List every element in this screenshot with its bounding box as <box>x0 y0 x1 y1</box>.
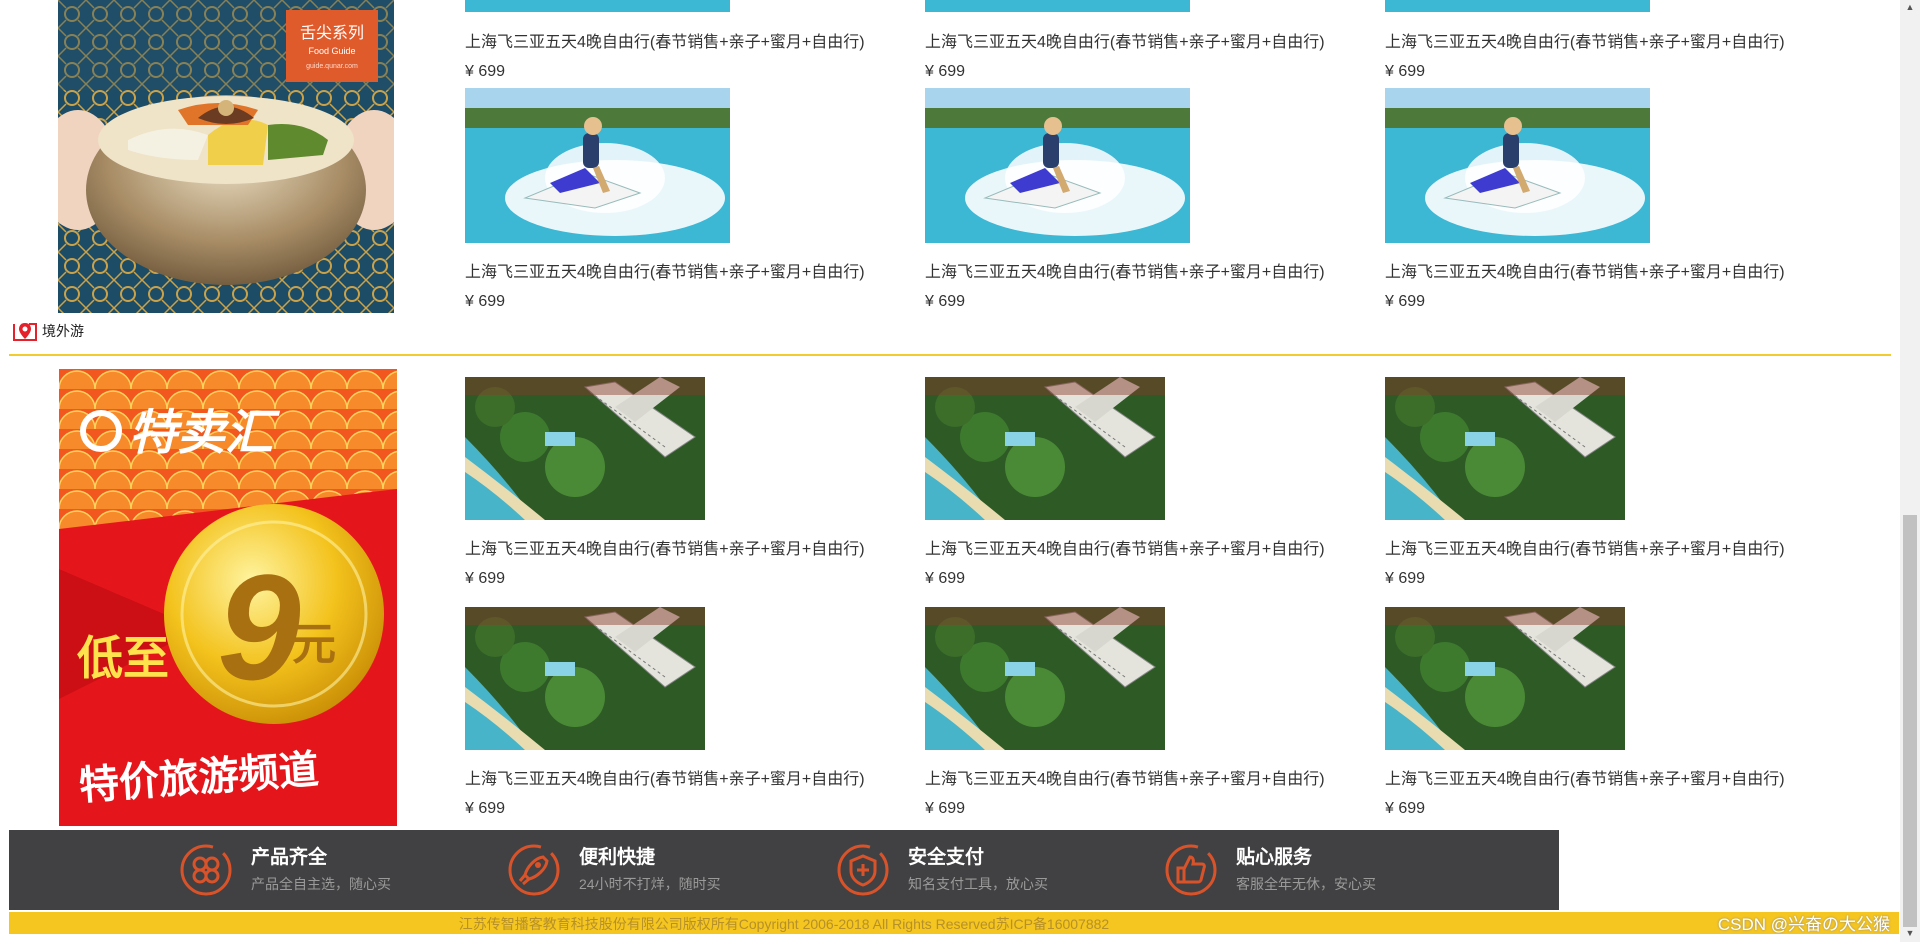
food-tag-line3: guide.qunar.com <box>306 63 358 70</box>
product-title-link[interactable]: 上海飞三亚五天4晚自由行(春节销售+亲子+蜜月+自由行) <box>1385 535 1805 559</box>
csdn-watermark: CSDN @兴奋の大公猴 <box>1717 915 1890 934</box>
product-price: ¥ 699 <box>1385 800 1426 817</box>
resort-tour-image[interactable] <box>1385 607 1625 750</box>
special-sale-banner[interactable]: 特卖汇 9 元 低至 特价旅游频道 <box>59 369 397 826</box>
resort-tour-image[interactable] <box>465 377 705 520</box>
feature-name: 便利快捷 <box>579 847 656 868</box>
product-title-link[interactable]: 上海飞三亚五天4晚自由行(春节销售+亲子+蜜月+自由行) <box>1385 258 1805 282</box>
product-price: ¥ 699 <box>465 570 506 587</box>
section-title: 境外游 <box>42 323 84 339</box>
product-title-link[interactable]: 上海飞三亚五天4晚自由行(春节销售+亲子+蜜月+自由行) <box>925 258 1345 282</box>
product-title-link[interactable]: 上海飞三亚五天4晚自由行(春节销售+亲子+蜜月+自由行) <box>925 28 1345 52</box>
product-title-link[interactable]: 上海飞三亚五天4晚自由行(春节销售+亲子+蜜月+自由行) <box>465 258 885 282</box>
product-title-link[interactable]: 上海飞三亚五天4晚自由行(春节销售+亲子+蜜月+自由行) <box>925 765 1345 789</box>
product-price: ¥ 699 <box>1385 63 1426 80</box>
map-pin-icon <box>13 323 37 341</box>
sale-low-text: 低至 <box>77 632 169 684</box>
shield-icon <box>837 844 889 896</box>
jet-ski-tour-image[interactable] <box>465 0 730 12</box>
product-price: ¥ 699 <box>925 63 966 80</box>
feature-name: 产品齐全 <box>251 847 328 868</box>
feature-convenience: 便利快捷 24小时不打烊，随时买 <box>507 840 721 900</box>
service-features-bar: 产品齐全 产品全自主选，随心买 便利快捷 24小时不打烊，随时买 安全支付 知名… <box>9 830 1559 910</box>
product-title-link[interactable]: 上海飞三亚五天4晚自由行(春节销售+亲子+蜜月+自由行) <box>925 535 1345 559</box>
rocket-icon <box>508 844 560 896</box>
product-price: ¥ 699 <box>925 293 966 310</box>
scroll-down-arrow-icon[interactable]: ▼ <box>1904 928 1916 940</box>
jet-ski-tour-image[interactable] <box>925 0 1190 12</box>
scroll-up-arrow-icon[interactable]: ▲ <box>1904 2 1916 14</box>
thumbs-up-icon <box>1165 844 1217 896</box>
product-title-link[interactable]: 上海飞三亚五天4晚自由行(春节销售+亲子+蜜月+自由行) <box>1385 765 1805 789</box>
jet-ski-tour-image[interactable] <box>925 88 1190 243</box>
feature-desc: 知名支付工具，放心买 <box>908 876 1048 892</box>
feature-service: 贴心服务 客服全年无休，安心买 <box>1164 840 1376 900</box>
feature-desc: 客服全年无休，安心买 <box>1236 876 1376 892</box>
feature-payment: 安全支付 知名支付工具，放心买 <box>836 840 1048 900</box>
section-header: 境外游 <box>12 320 84 342</box>
product-title-link[interactable]: 上海飞三亚五天4晚自由行(春节销售+亲子+蜜月+自由行) <box>465 535 885 559</box>
jet-ski-tour-image[interactable] <box>1385 88 1650 243</box>
clover-icon <box>180 844 232 896</box>
resort-tour-image[interactable] <box>1385 377 1625 520</box>
scrollbar-thumb[interactable] <box>1903 515 1917 927</box>
food-tag-line1: 舌尖系列 <box>300 24 364 42</box>
sale-brand: 特卖汇 <box>129 407 281 460</box>
product-price: ¥ 699 <box>1385 293 1426 310</box>
copyright-text: 江苏传智播客教育科技股份有限公司版权所有Copyright 2006-2018 … <box>458 916 1110 932</box>
feature-name: 安全支付 <box>908 847 985 868</box>
product-title-link[interactable]: 上海飞三亚五天4晚自由行(春节销售+亲子+蜜月+自由行) <box>1385 28 1805 52</box>
product-title-link[interactable]: 上海飞三亚五天4晚自由行(春节销售+亲子+蜜月+自由行) <box>465 765 885 789</box>
feature-products: 产品齐全 产品全自主选，随心买 <box>179 840 391 900</box>
feature-name: 贴心服务 <box>1236 847 1313 868</box>
food-guide-banner[interactable]: 舌尖系列 Food Guide guide.qunar.com <box>58 0 394 313</box>
product-price: ¥ 699 <box>1385 570 1426 587</box>
feature-desc: 产品全自主选，随心买 <box>251 876 391 892</box>
food-tag-line2: Food Guide <box>308 46 355 56</box>
product-price: ¥ 699 <box>465 293 506 310</box>
sale-unit: 元 <box>292 620 336 669</box>
section-divider <box>9 354 1891 356</box>
product-title-link[interactable]: 上海飞三亚五天4晚自由行(春节销售+亲子+蜜月+自由行) <box>465 28 885 52</box>
resort-tour-image[interactable] <box>925 377 1165 520</box>
resort-tour-image[interactable] <box>465 607 705 750</box>
jet-ski-tour-image[interactable] <box>1385 0 1650 12</box>
product-price: ¥ 699 <box>465 63 506 80</box>
copyright-bar: 江苏传智播客教育科技股份有限公司版权所有Copyright 2006-2018 … <box>9 912 1899 934</box>
product-price: ¥ 699 <box>925 570 966 587</box>
jet-ski-tour-image[interactable] <box>465 88 730 243</box>
product-price: ¥ 699 <box>925 800 966 817</box>
product-price: ¥ 699 <box>465 800 506 817</box>
resort-tour-image[interactable] <box>925 607 1165 750</box>
feature-desc: 24小时不打烊，随时买 <box>579 876 721 892</box>
sale-amount: 9 <box>217 543 300 711</box>
